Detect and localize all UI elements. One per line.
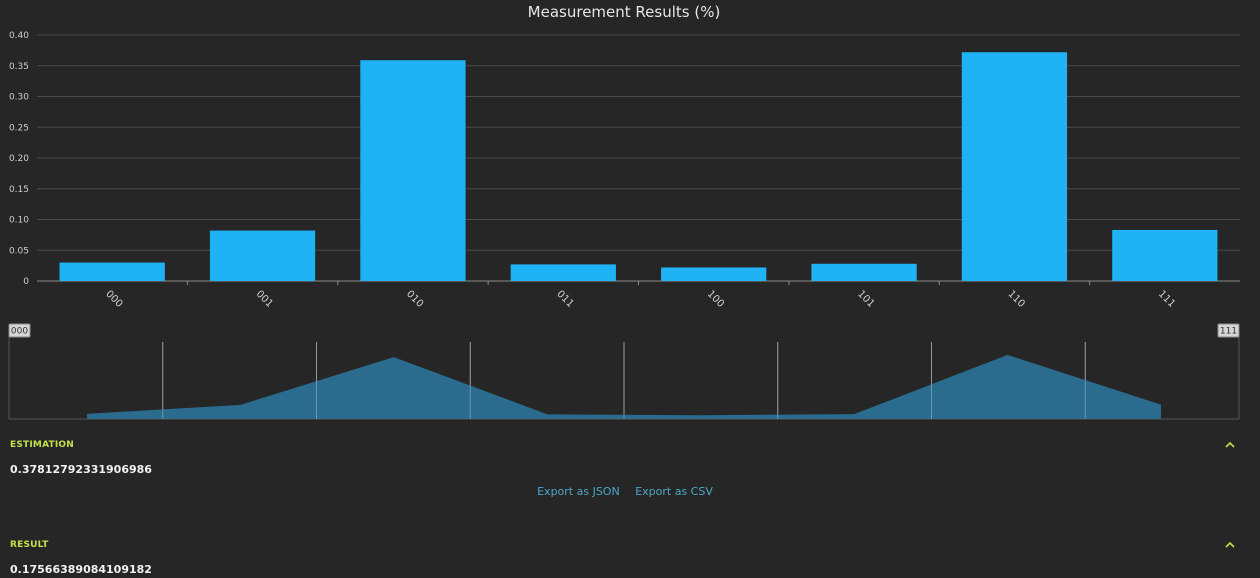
export-links: Export as JSON Export as CSV [0,485,1250,498]
x-tick-label: 010 [404,289,425,310]
y-tick-label: 0.20 [9,154,29,164]
bar-110[interactable] [961,52,1068,281]
estimation-value: 0.37812792331906986 [10,463,152,476]
x-tick-label: 101 [855,289,876,310]
estimation-header: ESTIMATION [10,440,75,450]
results-view: Measurement Results (%) 0 0.05 0.10 0.15 0.2… [0,0,1260,578]
y-tick-label: 0 [23,277,29,287]
bar-001[interactable] [209,230,316,281]
bar-000[interactable] [59,262,165,281]
y-tick-label: 0.30 [9,93,29,103]
export-json-link[interactable]: Export as JSON [537,485,620,498]
x-tick-label: 001 [254,289,275,310]
bar-011[interactable] [510,264,616,281]
result-value: 0.17566389084109182 [10,563,152,576]
x-tick-label: 111 [1156,289,1177,310]
bar-111[interactable] [1112,229,1218,281]
bar-010[interactable] [360,60,466,282]
export-csv-link[interactable]: Export as CSV [635,485,713,498]
x-tick-label: 100 [705,289,726,310]
estimation-collapse-chevron-up-icon[interactable] [1224,440,1236,450]
chart-title: Measurement Results (%) [528,3,721,21]
x-tick-label: 110 [1006,289,1027,310]
y-tick-label: 0.40 [9,31,29,41]
bar-100[interactable] [661,267,767,281]
navigator-start-handle[interactable]: 000 [8,323,31,338]
y-tick-label: 0.15 [9,185,29,195]
navigator-end-label: 111 [1220,327,1237,337]
result-collapse-chevron-up-icon[interactable] [1224,540,1236,550]
x-tick-label: 000 [103,289,124,310]
y-tick-label: 0.35 [9,62,29,72]
navigator-start-label: 000 [11,327,28,337]
navigator-end-handle[interactable]: 111 [1217,323,1240,338]
range-navigator[interactable]: 000 111 [0,320,1260,425]
bar-101[interactable] [811,263,917,281]
y-tick-label: 0.25 [9,123,29,133]
measurement-bar-chart: Measurement Results (%) 0 0.05 0.10 0.15 0.2… [9,3,1240,310]
y-tick-label: 0.05 [9,246,29,256]
y-tick-label: 0.10 [9,216,29,226]
x-tick-label: 011 [554,289,575,310]
result-header: RESULT [10,540,49,550]
